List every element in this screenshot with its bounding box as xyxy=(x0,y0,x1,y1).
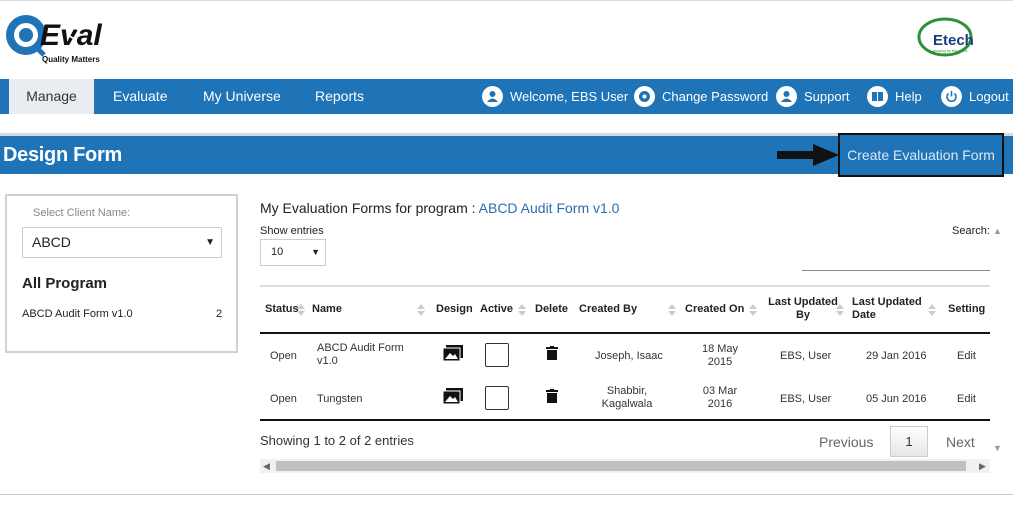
svg-text:Eval: Eval xyxy=(40,19,102,52)
column-header-design: Design xyxy=(436,303,473,315)
row-last-updated-by: EBS, User xyxy=(780,350,832,362)
page-1-button[interactable]: 1 xyxy=(890,426,928,457)
sort-icon[interactable] xyxy=(836,304,844,316)
change-password-label: Change Password xyxy=(662,89,769,104)
row-edit-link[interactable]: Edit xyxy=(957,350,976,363)
column-header-last-updated-by[interactable]: Last Updated By xyxy=(768,296,838,322)
scroll-up-arrow-icon[interactable]: ▲ xyxy=(993,226,1002,236)
nav-tab-manage[interactable]: Manage xyxy=(9,79,94,114)
forms-heading-program-link[interactable]: ABCD Audit Form v1.0 xyxy=(479,200,620,216)
row-created-by: Joseph, Isaac xyxy=(595,350,663,362)
header: Eval Quality Matters Etech playing by th… xyxy=(0,0,1013,79)
active-checkbox[interactable] xyxy=(485,343,509,367)
show-entries-label: Show entries xyxy=(260,225,324,237)
table-header-border xyxy=(260,332,990,334)
row-created-on: 03 Mar 2016 xyxy=(702,385,738,410)
logout-link[interactable]: Logout xyxy=(941,79,1009,114)
welcome-label: Welcome, EBS User xyxy=(510,89,629,104)
column-header-created-on[interactable]: Created On xyxy=(685,303,744,316)
design-icon[interactable] xyxy=(443,345,463,361)
sort-icon[interactable] xyxy=(417,304,425,316)
nav-tab-my-universe[interactable]: My Universe xyxy=(203,79,281,114)
search-label: Search: xyxy=(952,225,990,237)
entries-select[interactable]: 10 ▼ xyxy=(260,239,326,266)
column-header-created-by[interactable]: Created By xyxy=(579,303,637,316)
forms-table: Status Name Design Active Delete Created… xyxy=(260,284,990,421)
help-label: Help xyxy=(895,89,922,104)
entries-info: Showing 1 to 2 of 2 entries xyxy=(260,433,414,448)
row-status: Open xyxy=(270,350,297,362)
column-header-active: Active xyxy=(480,303,514,315)
scrollbar-thumb[interactable] xyxy=(276,461,966,471)
row-last-updated-by: EBS, User xyxy=(780,393,832,405)
logout-label: Logout xyxy=(969,89,1009,104)
trash-icon[interactable] xyxy=(546,346,558,360)
nav-tab-reports[interactable]: Reports xyxy=(315,79,364,114)
etech-logo-text: Etech xyxy=(933,32,974,49)
search-input[interactable] xyxy=(802,244,990,271)
entries-select-value: 10 xyxy=(271,246,284,258)
scroll-down-arrow-icon[interactable]: ▼ xyxy=(993,443,1002,453)
all-program-heading: All Program xyxy=(22,275,108,292)
gear-icon xyxy=(634,86,655,107)
logo-tagline: Quality Matters xyxy=(42,55,100,64)
change-password-link[interactable]: Change Password xyxy=(634,79,768,114)
next-page-button[interactable]: Next xyxy=(946,434,975,450)
row-name: ABCD Audit Form v1.0 xyxy=(317,342,404,367)
trash-icon[interactable] xyxy=(546,389,558,403)
previous-page-button[interactable]: Previous xyxy=(819,434,873,450)
row-created-on: 18 May 2015 xyxy=(701,343,739,368)
active-checkbox[interactable] xyxy=(485,386,509,410)
support-label: Support xyxy=(804,89,850,104)
caret-down-icon: ▼ xyxy=(311,247,320,257)
help-link[interactable]: Help xyxy=(867,79,922,114)
sort-icon[interactable] xyxy=(518,304,526,316)
row-status: Open xyxy=(270,393,297,405)
forms-heading: My Evaluation Forms for program : ABCD A… xyxy=(260,200,619,216)
welcome-user[interactable]: Welcome, EBS User xyxy=(482,79,628,114)
support-link[interactable]: Support xyxy=(776,79,850,114)
client-select[interactable]: ABCD ▼ xyxy=(22,227,222,258)
forms-heading-prefix: My Evaluation Forms for program : xyxy=(260,200,476,216)
create-evaluation-form-button[interactable]: Create Evaluation Form xyxy=(838,133,1004,177)
client-select-label: Select Client Name: xyxy=(33,207,131,219)
support-icon xyxy=(776,86,797,107)
row-last-updated-date: 05 Jun 2016 xyxy=(866,393,927,405)
horizontal-scrollbar[interactable]: ◀ ▶ xyxy=(260,459,990,473)
book-icon xyxy=(867,86,888,107)
table-top-border xyxy=(260,285,990,287)
power-icon xyxy=(941,86,962,107)
table-bottom-border xyxy=(260,419,990,421)
row-edit-link[interactable]: Edit xyxy=(957,393,976,406)
scroll-right-arrow-icon[interactable]: ▶ xyxy=(979,459,986,473)
caret-down-icon: ▼ xyxy=(205,237,215,248)
sort-icon[interactable] xyxy=(749,304,757,316)
design-icon[interactable] xyxy=(443,388,463,404)
column-header-last-updated-date[interactable]: Last Updated Date xyxy=(852,296,922,322)
footer-divider xyxy=(0,494,1013,495)
page-title: Design Form xyxy=(3,144,122,166)
etech-logo[interactable]: Etech playing by the rules xyxy=(915,15,985,61)
qeval-logo[interactable]: Eval Quality Matters xyxy=(4,9,112,69)
column-header-delete: Delete xyxy=(535,303,569,315)
nav-tab-evaluate[interactable]: Evaluate xyxy=(113,79,167,114)
column-header-setting: Setting xyxy=(948,303,986,315)
arrow-right-icon xyxy=(777,144,839,166)
program-list-item[interactable]: ABCD Audit Form v1.0 xyxy=(22,308,133,320)
program-count-badge: 2 xyxy=(216,308,223,320)
scroll-left-arrow-icon[interactable]: ◀ xyxy=(263,459,270,473)
sort-icon[interactable] xyxy=(297,304,305,316)
client-panel: Select Client Name: ABCD ▼ All Program A… xyxy=(5,194,238,353)
sort-icon[interactable] xyxy=(928,304,936,316)
user-icon xyxy=(482,86,503,107)
etech-logo-tagline: playing by the rules xyxy=(933,48,967,53)
column-header-name[interactable]: Name xyxy=(312,303,342,316)
row-name: Tungsten xyxy=(317,393,363,405)
main-nav: Manage Evaluate My Universe Reports Welc… xyxy=(0,79,1013,114)
row-last-updated-date: 29 Jan 2016 xyxy=(866,350,927,362)
column-header-status[interactable]: Status xyxy=(265,303,299,316)
row-created-by: Shabbir, Kagalwala xyxy=(601,385,653,410)
client-select-value: ABCD xyxy=(32,234,71,250)
sort-icon[interactable] xyxy=(668,304,676,316)
